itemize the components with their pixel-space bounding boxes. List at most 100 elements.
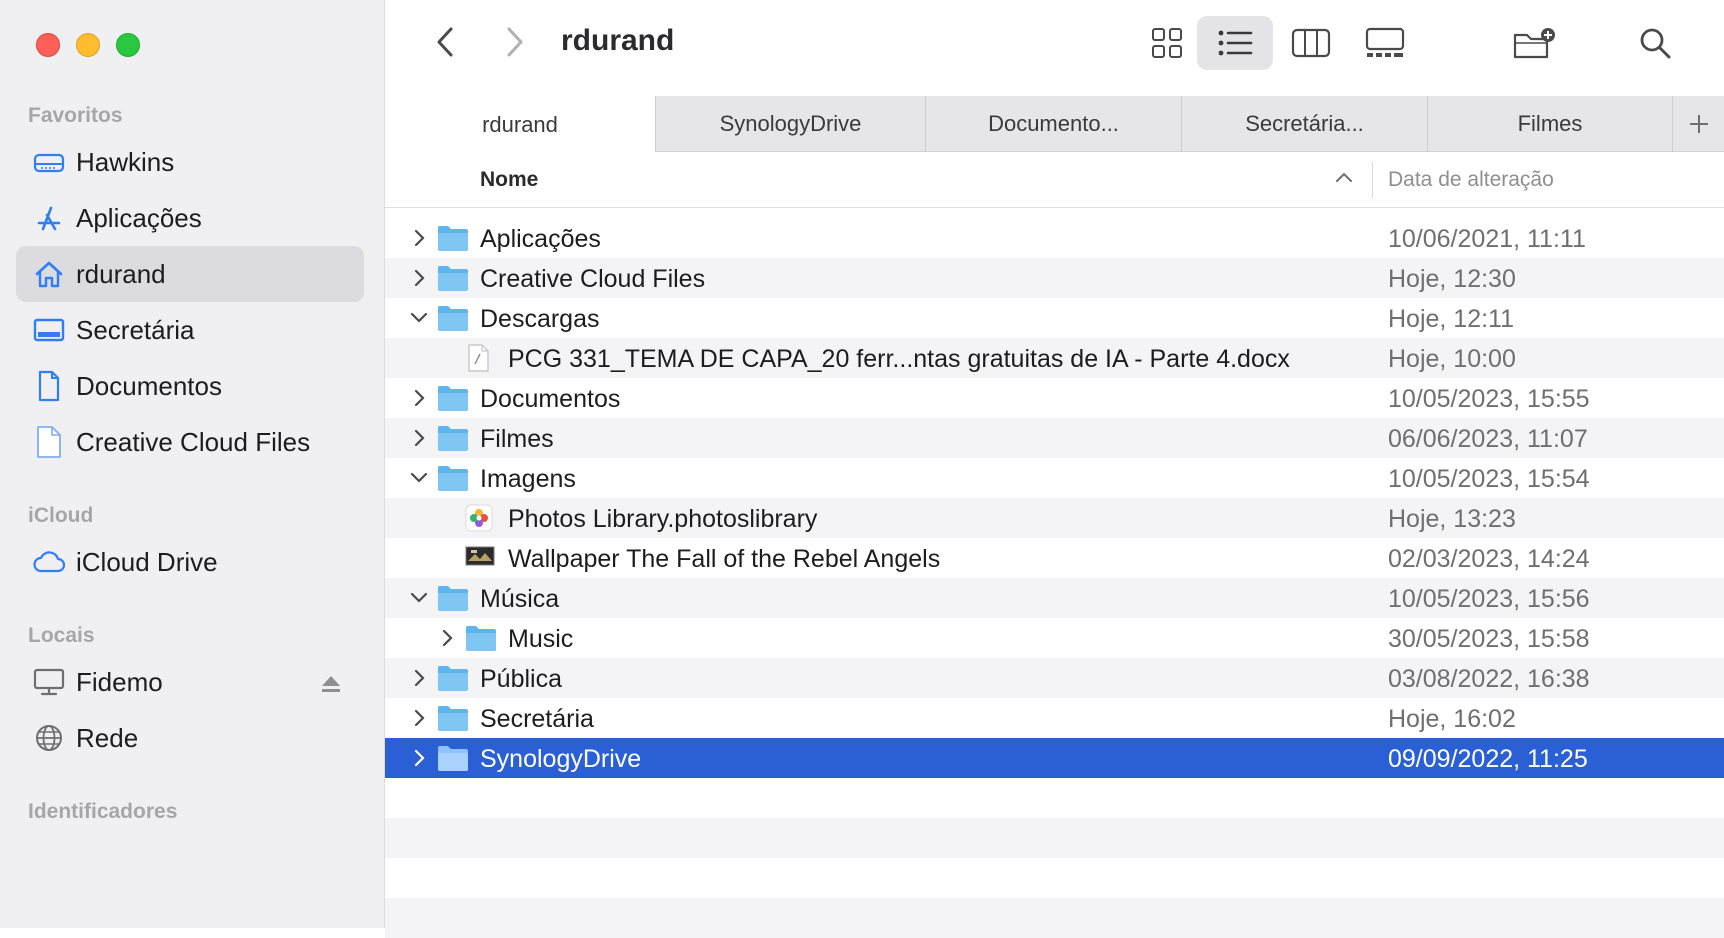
column-name-header[interactable]: Nome	[480, 168, 538, 192]
disclosure-collapsed-icon[interactable]	[407, 666, 431, 690]
forward-button[interactable]	[495, 22, 535, 62]
file-row[interactable]: Creative Cloud Files Hoje, 12:30	[385, 258, 1724, 298]
back-button[interactable]	[425, 22, 465, 62]
file-row[interactable]: Pública 03/08/2022, 16:38	[385, 658, 1724, 698]
file-date: 10/06/2021, 11:11	[1388, 225, 1586, 253]
home-icon	[32, 257, 66, 291]
file-row[interactable]: PCG 331_TEMA DE CAPA_20 ferr...ntas grat…	[385, 338, 1724, 378]
gallery-icon	[1365, 27, 1405, 57]
file-date: 09/09/2022, 11:25	[1388, 745, 1588, 773]
file-name: Creative Cloud Files	[480, 265, 706, 293]
sort-ascending-icon[interactable]	[1335, 170, 1353, 188]
file-date: Hoje, 16:02	[1388, 705, 1516, 733]
file-name: Music	[508, 625, 574, 653]
file-row[interactable]: Photos Library.photoslibrary Hoje, 13:23	[385, 498, 1724, 538]
file-date: 10/05/2023, 15:54	[1388, 465, 1590, 493]
window-controls	[36, 33, 140, 57]
list-view-button[interactable]	[1197, 16, 1273, 70]
empty-row	[385, 858, 1724, 898]
file-row[interactable]: Secretária Hoje, 16:02	[385, 698, 1724, 738]
sidebar: Favoritos Hawkins Aplicações rdurand Sec…	[0, 0, 385, 928]
sidebar-item-documents[interactable]: Documentos	[16, 358, 364, 414]
file-row[interactable]: Music 30/05/2023, 15:58	[385, 618, 1724, 658]
tab-documentos[interactable]: Documento...	[925, 96, 1181, 152]
section-tags: Identificadores	[28, 800, 178, 823]
sidebar-item-label: Creative Cloud Files	[76, 426, 311, 457]
disclosure-collapsed-icon[interactable]	[407, 386, 431, 410]
folder-icon	[437, 704, 469, 732]
column-date-header[interactable]: Data de alteração	[1388, 168, 1554, 192]
sidebar-item-label: Rede	[76, 722, 139, 753]
close-window-button[interactable]	[36, 33, 60, 57]
tab-rdurand[interactable]: rdurand	[385, 96, 655, 153]
file-row[interactable]: Aplicações 10/06/2021, 11:11	[385, 218, 1724, 258]
disclosure-collapsed-icon[interactable]	[407, 226, 431, 250]
photos-library-icon	[465, 504, 497, 532]
new-folder-button[interactable]	[1505, 16, 1565, 70]
search-button[interactable]	[1625, 16, 1685, 70]
file-row[interactable]: Filmes 06/06/2023, 11:07	[385, 418, 1724, 458]
applications-icon	[32, 201, 66, 235]
file-name: Documentos	[480, 385, 621, 413]
eject-icon[interactable]	[320, 670, 342, 701]
section-icloud: iCloud	[28, 504, 94, 527]
file-date: Hoje, 13:23	[1388, 505, 1516, 533]
folder-icon	[437, 664, 469, 692]
disclosure-collapsed-icon[interactable]	[407, 706, 431, 730]
disclosure-expanded-icon[interactable]	[407, 306, 431, 330]
file-name: Aplicações	[480, 225, 601, 253]
file-row[interactable]: Documentos 10/05/2023, 15:55	[385, 378, 1724, 418]
folder-icon	[465, 624, 497, 652]
sidebar-item-applications[interactable]: Aplicações	[16, 190, 364, 246]
file-date: 06/06/2023, 11:07	[1388, 425, 1588, 453]
sidebar-item-network[interactable]: Rede	[16, 710, 364, 766]
disclosure-expanded-icon[interactable]	[407, 586, 431, 610]
column-divider[interactable]	[1372, 162, 1373, 198]
new-tab-button[interactable]	[1672, 96, 1724, 152]
file-row[interactable]: Wallpaper The Fall of the Rebel Angels 02…	[385, 538, 1724, 578]
minimize-window-button[interactable]	[76, 33, 100, 57]
column-header: Nome Data de alteração	[385, 152, 1724, 208]
file-name: Photos Library.photoslibrary	[508, 505, 818, 533]
folder-icon	[437, 744, 469, 772]
file-row[interactable]: Música 10/05/2023, 15:56	[385, 578, 1724, 618]
sidebar-item-rdurand[interactable]: rdurand	[16, 246, 364, 302]
sidebar-item-hawkins[interactable]: Hawkins	[16, 134, 364, 190]
file-name: Imagens	[480, 465, 576, 493]
sidebar-item-fidemo[interactable]: Fidemo	[16, 654, 364, 710]
file-row[interactable]: Imagens 10/05/2023, 15:54	[385, 458, 1724, 498]
folder-icon	[437, 304, 469, 332]
gallery-view-button[interactable]	[1355, 16, 1415, 70]
columns-icon	[1291, 28, 1331, 58]
sidebar-item-label: Secretária	[76, 314, 195, 345]
zoom-window-button[interactable]	[116, 33, 140, 57]
disclosure-collapsed-icon[interactable]	[407, 426, 431, 450]
document-icon	[465, 344, 497, 372]
section-locations: Locais	[28, 624, 95, 647]
column-view-button[interactable]	[1281, 16, 1341, 70]
sidebar-item-creative-cloud-files[interactable]: Creative Cloud Files	[16, 414, 364, 470]
sidebar-item-label: rdurand	[76, 258, 166, 289]
toolbar: rdurand	[385, 0, 1724, 96]
disclosure-expanded-icon[interactable]	[407, 466, 431, 490]
tab-synologydrive[interactable]: SynologyDrive	[655, 96, 925, 152]
disclosure-collapsed-icon[interactable]	[435, 626, 459, 650]
file-date: 10/05/2023, 15:56	[1388, 585, 1590, 613]
tab-filmes[interactable]: Filmes	[1427, 96, 1672, 152]
icon-view-button[interactable]	[1137, 16, 1197, 70]
file-date: 30/05/2023, 15:58	[1388, 625, 1590, 653]
file-date: Hoje, 10:00	[1388, 345, 1516, 373]
file-date: Hoje, 12:11	[1388, 305, 1515, 333]
list-icon	[1218, 30, 1253, 56]
sidebar-item-desktop[interactable]: Secretária	[16, 302, 364, 358]
file-row[interactable]: Descargas Hoje, 12:11	[385, 298, 1724, 338]
file-icon	[32, 425, 66, 459]
disclosure-collapsed-icon[interactable]	[407, 746, 431, 770]
file-row[interactable]: SynologyDrive 09/09/2022, 11:25	[385, 738, 1724, 778]
disclosure-collapsed-icon[interactable]	[407, 266, 431, 290]
folder-icon	[437, 584, 469, 612]
sidebar-item-icloud-drive[interactable]: iCloud Drive	[16, 534, 364, 590]
empty-row	[385, 778, 1724, 818]
file-date: 10/05/2023, 15:55	[1388, 385, 1590, 413]
tab-secretaria[interactable]: Secretária...	[1181, 96, 1427, 152]
